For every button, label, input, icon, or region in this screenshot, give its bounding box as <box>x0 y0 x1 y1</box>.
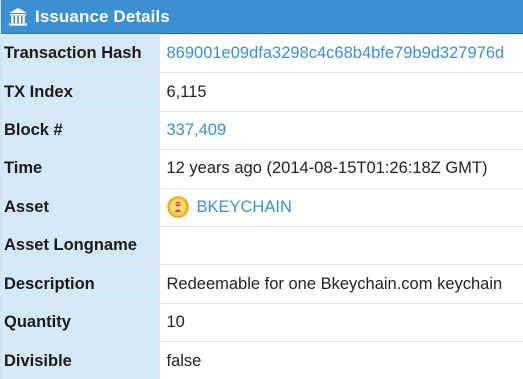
value-quantity: 10 <box>159 302 523 342</box>
label-quantity: Quantity <box>1 302 160 342</box>
label-transaction-hash: Transaction Hash <box>1 33 160 73</box>
label-block: Block # <box>1 110 160 150</box>
panel-header: Issuance Details <box>1 0 523 34</box>
label-description: Description <box>1 264 160 304</box>
row-description: Description Redeemable for one Bkeychain… <box>1 264 523 304</box>
row-asset: Asset BKEYCHAIN <box>1 187 523 227</box>
bank-icon <box>7 6 29 28</box>
value-description: Redeemable for one Bkeychain.com keychai… <box>159 264 523 304</box>
label-asset: Asset <box>1 187 160 227</box>
row-divisible: Divisible false <box>1 341 523 379</box>
panel-title: Issuance Details <box>35 6 170 26</box>
value-asset-longname <box>159 225 523 265</box>
value-block: 337,409 <box>159 110 523 150</box>
row-asset-longname: Asset Longname <box>1 225 523 265</box>
value-divisible: false <box>159 341 523 379</box>
row-time: Time 12 years ago (2014-08-15T01:26:18Z … <box>1 149 523 189</box>
value-time: 12 years ago (2014-08-15T01:26:18Z GMT) <box>159 149 523 189</box>
details-table: Transaction Hash 869001e09dfa3298c4c68b4… <box>1 33 523 379</box>
value-transaction-hash: 869001e09dfa3298c4c68b4bfe79b9d327976d <box>159 33 523 73</box>
label-time: Time <box>1 149 160 189</box>
row-block: Block # 337,409 <box>1 110 523 150</box>
row-tx-index: TX Index 6,115 <box>1 72 523 112</box>
label-divisible: Divisible <box>1 341 160 379</box>
block-link[interactable]: 337,409 <box>167 121 227 139</box>
transaction-hash-link[interactable]: 869001e09dfa3298c4c68b4bfe79b9d327976d <box>167 44 505 62</box>
asset-link[interactable]: BKEYCHAIN <box>197 198 292 217</box>
value-tx-index: 6,115 <box>159 72 523 112</box>
label-asset-longname: Asset Longname <box>1 225 160 265</box>
issuance-details-panel: Issuance Details Transaction Hash 869001… <box>0 0 523 379</box>
asset-token-icon[interactable] <box>166 196 189 218</box>
row-quantity: Quantity 10 <box>1 302 523 342</box>
label-tx-index: TX Index <box>1 72 160 112</box>
value-asset: BKEYCHAIN <box>159 187 523 227</box>
asset-wrap: BKEYCHAIN <box>166 196 523 218</box>
row-transaction-hash: Transaction Hash 869001e09dfa3298c4c68b4… <box>1 33 523 73</box>
